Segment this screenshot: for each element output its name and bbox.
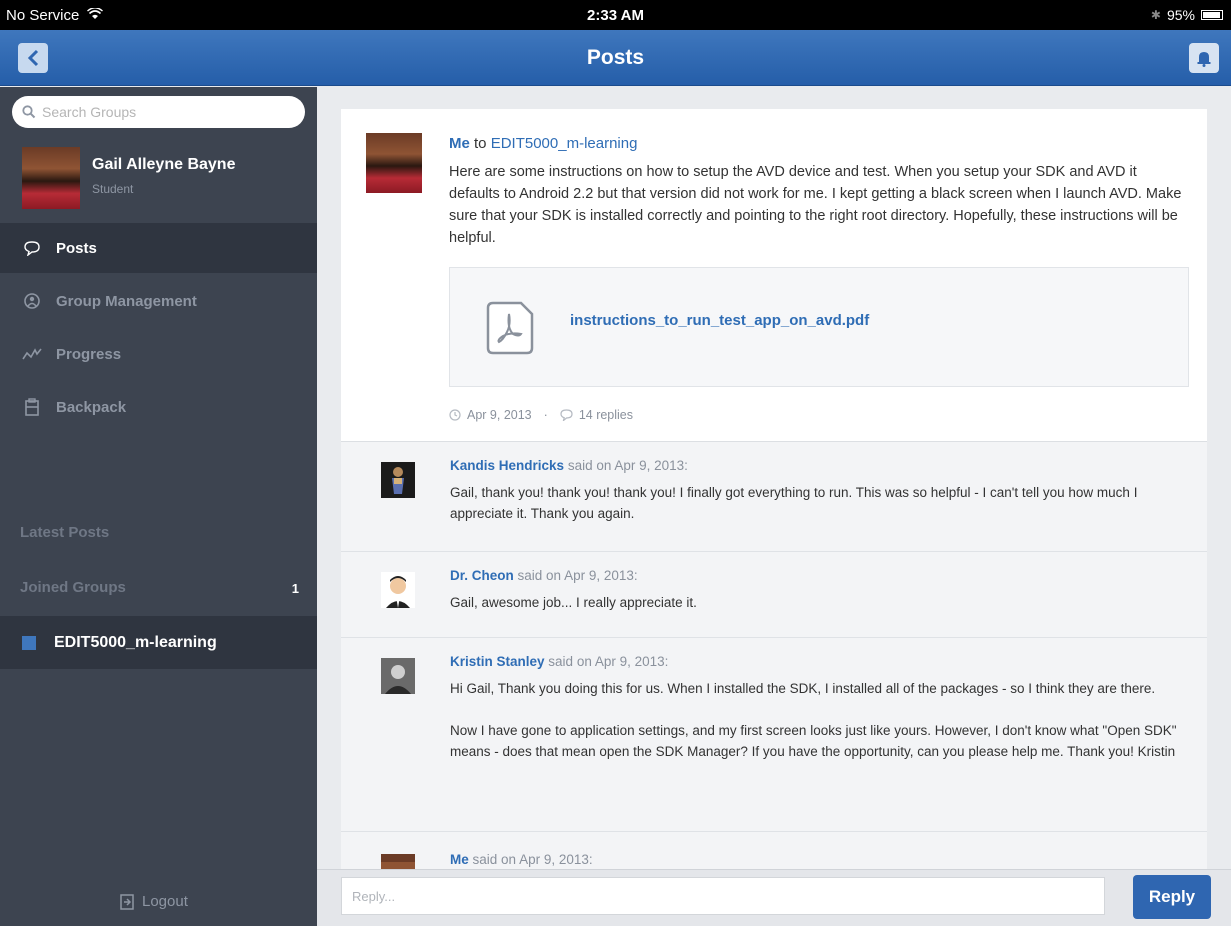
reply-header: Kristin Stanley said on Apr 9, 2013: [450,654,668,669]
reply-item: Me said on Apr 9, 2013: [341,832,1207,869]
reply-bar: Reply [317,869,1231,926]
status-time: 2:33 AM [587,7,644,24]
search-bar[interactable] [12,96,305,128]
avatar [366,133,422,193]
sidebar-item-label: Group Management [56,292,197,310]
bluetooth-icon: ✱ [1150,8,1161,22]
clock-icon [449,409,461,421]
reply-said-on: said on [548,654,592,669]
navigation-bar: Posts [0,30,1231,86]
post-body: Here are some instructions on how to set… [449,164,1182,246]
group-color-swatch [22,635,36,650]
replies-count-link[interactable]: 14 replies [579,408,633,422]
reply-item: Kandis Hendricks said on Apr 9, 2013: Ga… [341,442,1207,552]
search-input[interactable] [42,104,282,120]
sidebar-item-posts[interactable]: Posts [0,223,317,273]
reply-body: Hi Gail, Thank you doing this for us. Wh… [450,678,1190,762]
attachment[interactable]: instructions_to_run_test_app_on_avd.pdf [449,267,1189,387]
sidebar: Gail Alleyne Bayne Student Posts Group M… [0,87,317,926]
post-to-word: to [474,135,487,152]
post-date: Apr 9, 2013 [467,408,532,422]
status-bar: No Service 2:33 AM ✱ 95% [0,0,1231,30]
progress-chart-icon [22,344,42,364]
pdf-file-icon [486,301,534,355]
page-title: Posts [586,46,645,69]
logout-icon [120,893,134,910]
profile-name: Gail Alleyne Bayne [92,156,236,173]
reply-header: Dr. Cheon said on Apr 9, 2013: [450,568,638,583]
logout-button[interactable]: Logout [120,893,188,910]
group-label: EDIT5000_m-learning [54,633,217,651]
post-header: Me to EDIT5000_m-learning [449,135,637,152]
posts-feed[interactable]: Me to EDIT5000_m-learning Here are some … [317,87,1231,869]
reply-paragraph: Now I have gone to application settings,… [450,723,1177,759]
avatar [22,147,80,209]
status-right: ✱ 95% [1151,7,1223,23]
reply-item: Kristin Stanley said on Apr 9, 2013: Hi … [341,638,1207,832]
reply-author-link[interactable]: Kandis Hendricks [450,458,564,473]
search-icon [22,105,36,119]
reply-author-link[interactable]: Kristin Stanley [450,654,545,669]
post-group-link[interactable]: EDIT5000_m-learning [491,135,638,152]
post-meta: Apr 9, 2013 · 14 replies [449,408,633,422]
sidebar-item-label: Progress [56,345,122,363]
group-icon [22,291,42,311]
reply-button[interactable]: Reply [1133,875,1211,919]
sidebar-item-progress[interactable]: Progress [0,329,317,379]
post: Me to EDIT5000_m-learning Here are some … [341,109,1207,442]
sidebar-item-group[interactable]: EDIT5000_m-learning [0,616,317,669]
reply-said-on: said on [567,458,612,473]
reply-date: Apr 9, 2013: [564,568,638,583]
reply-said-on: said on [472,852,517,867]
reply-date: Apr 9, 2013: [594,654,669,669]
logout-label: Logout [142,893,188,910]
backpack-icon [22,397,42,417]
reply-item: Dr. Cheon said on Apr 9, 2013: Gail, awe… [341,552,1207,638]
user-profile[interactable]: Gail Alleyne Bayne Student [0,137,317,219]
avatar [381,854,415,869]
avatar [381,572,415,608]
reply-author-link[interactable]: Me [450,852,469,867]
avatar [381,658,415,694]
reply-date: Apr 9, 2013: [519,852,593,867]
reply-input[interactable] [341,877,1105,915]
profile-role: Student [92,182,134,196]
battery-icon [1201,10,1223,20]
meta-separator: · [543,408,548,422]
attachment-filename-link[interactable]: instructions_to_run_test_app_on_avd.pdf [570,312,869,329]
reply-author-link[interactable]: Dr. Cheon [450,568,514,583]
battery-percent: 95% [1166,7,1195,23]
sidebar-item-label: Backpack [56,398,127,416]
sidebar-item-label: Posts [56,239,97,257]
avatar [381,462,415,498]
post-card: Me to EDIT5000_m-learning Here are some … [341,109,1207,869]
joined-groups-count: 1 [291,581,299,596]
speech-bubble-icon [22,238,42,258]
reply-paragraph: Hi Gail, Thank you doing this for us. Wh… [450,681,1156,696]
reply-header: Kandis Hendricks said on Apr 9, 2013: [450,458,688,473]
reply-date: Apr 9, 2013: [614,458,688,473]
sidebar-item-group-management[interactable]: Group Management [0,276,317,326]
notification-bell-icon [1197,52,1211,67]
joined-groups-heading[interactable]: Joined Groups [20,579,126,596]
post-author-link[interactable]: Me [449,135,470,152]
reply-said-on: said on [517,568,562,583]
latest-posts-heading[interactable]: Latest Posts [20,524,109,541]
reply-header: Me said on Apr 9, 2013: [450,852,593,867]
sidebar-item-backpack[interactable]: Backpack [0,382,317,432]
reply-body: Gail, awesome job... I really appreciate… [450,595,697,610]
notifications-button[interactable] [1189,43,1219,73]
reply-body: Gail, thank you! thank you! thank you! I… [450,485,1138,521]
comment-icon [560,409,573,421]
